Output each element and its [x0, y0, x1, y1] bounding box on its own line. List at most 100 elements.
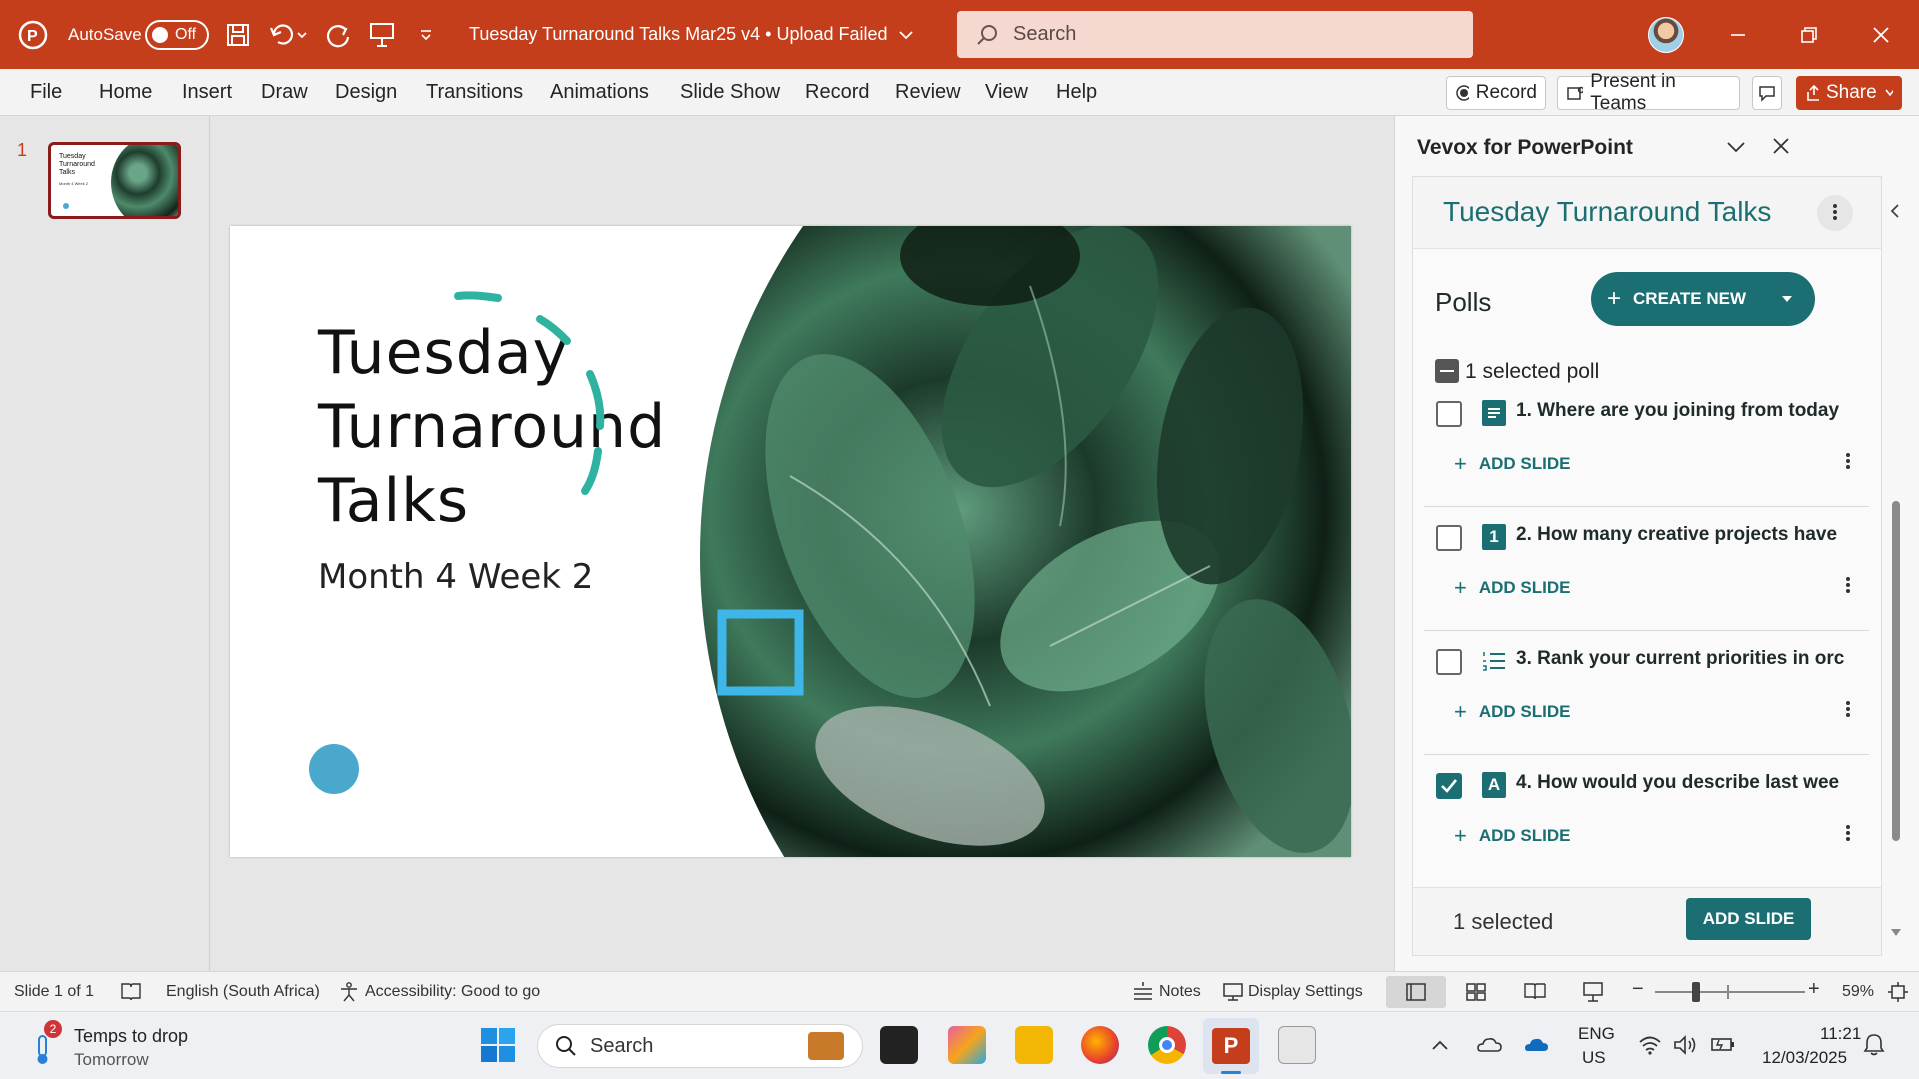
- input-language-bottom[interactable]: US: [1582, 1048, 1606, 1068]
- tab-insert[interactable]: Insert: [182, 81, 232, 104]
- scroll-down-icon[interactable]: [1889, 927, 1903, 939]
- tab-animations[interactable]: Animations: [550, 81, 649, 104]
- show-hidden-icons-icon[interactable]: [1430, 1038, 1450, 1052]
- poll-item[interactable]: 1 2. How many creative projects have + AD…: [1424, 507, 1869, 631]
- spelling-check-icon[interactable]: [120, 981, 142, 1001]
- tab-review[interactable]: Review: [895, 81, 961, 104]
- poll-checkbox[interactable]: [1436, 401, 1462, 427]
- onedrive-personal-icon[interactable]: [1475, 1034, 1503, 1054]
- poll-menu-icon[interactable]: [1845, 823, 1851, 843]
- tab-design[interactable]: Design: [335, 81, 397, 104]
- poll-menu-icon[interactable]: [1845, 699, 1851, 719]
- weather-widget-icon[interactable]: 2: [30, 1020, 62, 1066]
- accessibility-status[interactable]: Accessibility: Good to go: [365, 983, 540, 1001]
- volume-icon[interactable]: [1672, 1034, 1698, 1056]
- poll-item[interactable]: 1. Where are you joining from today + ADD…: [1424, 383, 1869, 507]
- powerpoint-taskbar-button[interactable]: P: [1203, 1018, 1259, 1074]
- poll-item[interactable]: A 4. How would you describe last wee + AD…: [1424, 755, 1869, 879]
- chevron-left-icon[interactable]: [1887, 202, 1903, 220]
- language-status[interactable]: English (South Africa): [166, 983, 320, 1001]
- terminal-app-icon[interactable]: [880, 1026, 918, 1064]
- display-settings-label[interactable]: Display Settings: [1248, 983, 1363, 1001]
- scrollbar-thumb[interactable]: [1892, 501, 1900, 841]
- footer-add-slide-button[interactable]: ADD SLIDE: [1686, 898, 1811, 940]
- select-all-checkbox[interactable]: [1435, 359, 1459, 383]
- reading-view-icon[interactable]: [1523, 981, 1547, 1001]
- fit-to-window-icon[interactable]: [1887, 981, 1909, 1003]
- tab-help[interactable]: Help: [1056, 81, 1097, 104]
- windows-start-icon[interactable]: [480, 1027, 516, 1063]
- file-explorer-icon[interactable]: [1015, 1026, 1053, 1064]
- poll-checkbox[interactable]: [1436, 525, 1462, 551]
- add-slide-link[interactable]: + ADD SLIDE: [1454, 699, 1570, 725]
- tab-view[interactable]: View: [985, 81, 1028, 104]
- close-button[interactable]: [1871, 0, 1891, 69]
- record-button[interactable]: Record: [1446, 76, 1546, 110]
- poll-menu-icon[interactable]: [1845, 575, 1851, 595]
- customize-toolbar-icon[interactable]: [418, 0, 434, 69]
- slide-thumbnail-1[interactable]: Tuesday Turnaround Talks Month 4 Week 2: [48, 142, 181, 219]
- onedrive-business-icon[interactable]: [1522, 1034, 1550, 1054]
- input-language-top[interactable]: ENG: [1578, 1024, 1615, 1044]
- poll-checkbox[interactable]: [1436, 649, 1462, 675]
- caret-down-icon[interactable]: [1780, 294, 1794, 304]
- display-settings-icon[interactable]: [1222, 982, 1244, 1002]
- accessibility-icon[interactable]: [338, 981, 360, 1003]
- slide-canvas[interactable]: Tuesday Turnaround Talks Month 4 Week 2: [230, 226, 1351, 857]
- firefox-icon[interactable]: [1081, 1026, 1119, 1064]
- slide-sorter-icon[interactable]: [1465, 982, 1487, 1002]
- add-slide-label: ADD SLIDE: [1478, 702, 1571, 721]
- notification-bell-icon[interactable]: [1862, 1032, 1886, 1058]
- wifi-icon[interactable]: [1638, 1034, 1662, 1056]
- add-slide-link[interactable]: + ADD SLIDE: [1454, 451, 1570, 477]
- chevron-down-icon[interactable]: [1725, 138, 1747, 156]
- zoom-slider[interactable]: [1655, 982, 1805, 1002]
- tab-file[interactable]: File: [30, 81, 62, 104]
- create-new-button[interactable]: + CREATE NEW: [1591, 272, 1815, 326]
- chrome-icon[interactable]: [1148, 1026, 1186, 1064]
- copilot-app-icon[interactable]: [948, 1026, 986, 1064]
- weather-subtitle[interactable]: Tomorrow: [74, 1050, 149, 1070]
- tab-home[interactable]: Home: [99, 81, 152, 104]
- tab-record[interactable]: Record: [805, 81, 869, 104]
- tab-transitions[interactable]: Transitions: [426, 81, 523, 104]
- minimize-button[interactable]: [1728, 0, 1748, 69]
- poll-item[interactable]: 3. Rank your current priorities in orc +…: [1424, 631, 1869, 755]
- notes-icon[interactable]: [1131, 981, 1155, 1001]
- zoom-level[interactable]: 59%: [1842, 983, 1874, 1001]
- zoom-in-button[interactable]: +: [1808, 978, 1820, 1001]
- autosave-toggle[interactable]: Off: [145, 0, 209, 69]
- weather-title[interactable]: Temps to drop: [74, 1026, 188, 1047]
- close-icon[interactable]: [1771, 136, 1791, 156]
- powerpoint-icon: P: [1212, 1028, 1250, 1064]
- redo-icon[interactable]: [325, 0, 353, 69]
- clock-time[interactable]: 11:21: [1820, 1024, 1861, 1044]
- comments-button[interactable]: [1752, 76, 1782, 110]
- account-avatar[interactable]: [1648, 0, 1684, 69]
- scrollbar[interactable]: [1883, 261, 1919, 951]
- slide-show-icon[interactable]: [1582, 981, 1604, 1003]
- zoom-slider-thumb[interactable]: [1692, 982, 1700, 1002]
- tab-slide-show[interactable]: Slide Show: [680, 81, 780, 104]
- battery-icon[interactable]: [1710, 1034, 1736, 1054]
- normal-view-button[interactable]: [1386, 976, 1446, 1008]
- tab-draw[interactable]: Draw: [261, 81, 308, 104]
- add-slide-link[interactable]: + ADD SLIDE: [1454, 823, 1570, 849]
- poll-checkbox-checked[interactable]: [1436, 773, 1462, 799]
- document-title[interactable]: Tuesday Turnaround Talks Mar25 v4 • Uplo…: [469, 0, 914, 69]
- undo-icon[interactable]: [268, 0, 308, 69]
- clock-date[interactable]: 12/03/2025: [1762, 1048, 1847, 1068]
- session-menu-button[interactable]: [1817, 195, 1853, 231]
- taskbar-search[interactable]: Search: [537, 1024, 863, 1068]
- share-button[interactable]: Share: [1796, 76, 1902, 110]
- add-slide-link[interactable]: + ADD SLIDE: [1454, 575, 1570, 601]
- zoom-out-button[interactable]: −: [1632, 978, 1644, 1001]
- search-box[interactable]: Search: [957, 11, 1473, 58]
- notes-label[interactable]: Notes: [1159, 983, 1201, 1001]
- present-from-beginning-icon[interactable]: [368, 0, 396, 69]
- remote-desktop-icon[interactable]: [1278, 1026, 1316, 1064]
- poll-menu-icon[interactable]: [1845, 451, 1851, 471]
- present-in-teams-button[interactable]: Present in Teams: [1557, 71, 1740, 114]
- restore-button[interactable]: [1799, 0, 1819, 69]
- save-icon[interactable]: [225, 0, 251, 69]
